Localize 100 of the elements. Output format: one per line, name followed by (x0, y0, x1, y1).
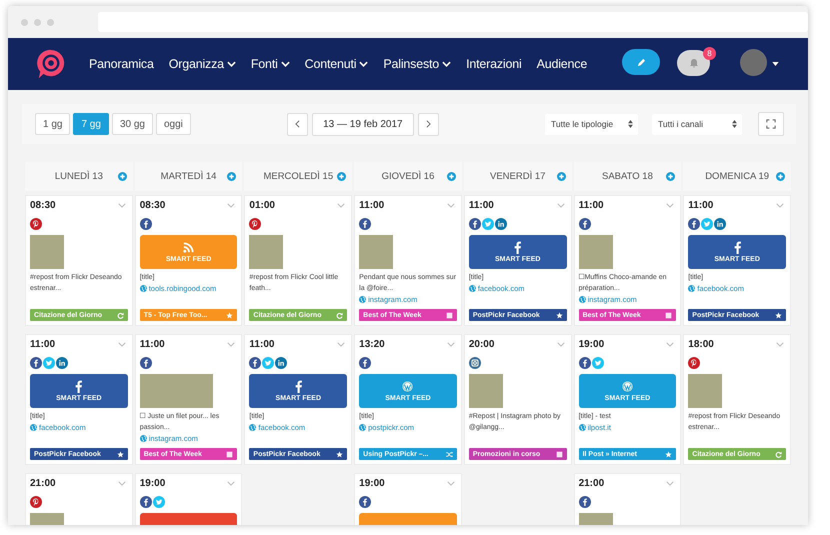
pinterest-icon (30, 496, 42, 508)
add-icon[interactable] (446, 172, 456, 181)
nav-link[interactable]: Panoramica (89, 57, 154, 71)
avatar[interactable] (740, 49, 767, 76)
day-label: SABATO 18 (602, 171, 653, 182)
post-time: 08:30 (140, 200, 166, 211)
post-time: 19:00 (140, 478, 166, 489)
post-time: 11:00 (359, 200, 384, 211)
type-select[interactable]: Tutte le tipologie (545, 114, 638, 134)
notifications-button[interactable] (677, 50, 710, 76)
compose-button[interactable] (622, 49, 660, 75)
chevron-icon[interactable] (666, 342, 674, 347)
star-icon (116, 450, 124, 458)
facebook-icon (578, 357, 591, 369)
refresh-icon (336, 312, 344, 318)
fullscreen-button[interactable] (758, 112, 784, 136)
caret-icon[interactable] (772, 62, 779, 66)
add-icon[interactable] (337, 172, 346, 181)
twitter-icon (43, 357, 55, 369)
linkedin-icon (494, 218, 507, 230)
add-icon[interactable] (666, 172, 676, 181)
chevron-icon[interactable] (337, 342, 346, 347)
square-icon (556, 450, 563, 458)
next-button[interactable] (418, 112, 439, 136)
facebook-icon (73, 380, 84, 393)
facebook-icon (359, 218, 372, 230)
twitter-icon (262, 357, 274, 369)
shuffle-icon (446, 450, 453, 458)
facebook-icon (578, 496, 591, 508)
chevron-icon[interactable] (776, 342, 784, 347)
chevron-icon[interactable] (446, 203, 455, 208)
facebook-icon (732, 241, 743, 254)
post-time: 11:00 (578, 200, 604, 211)
range-tab[interactable]: 1 gg (35, 113, 70, 135)
post-card[interactable]: 21:00 (574, 473, 682, 525)
post-card[interactable]: 21:00 (25, 473, 133, 525)
post-time: 13:20 (359, 339, 385, 350)
previous-button[interactable] (286, 112, 308, 136)
nav-link[interactable]: Interazioni (466, 57, 522, 71)
post-time: 11:00 (249, 339, 274, 350)
post-time: 19:00 (359, 478, 385, 489)
chevron-icon (226, 61, 236, 67)
globe-icon (688, 285, 696, 292)
photo-placeholder (30, 235, 64, 269)
facebook-icon (292, 380, 304, 393)
twitter-icon (152, 496, 165, 508)
chevron-icon[interactable] (666, 203, 674, 208)
post-card[interactable]: 19:00 (354, 473, 462, 525)
facebook-icon (512, 241, 524, 254)
add-icon[interactable] (776, 172, 785, 181)
nav-link[interactable]: Contenuti (304, 57, 368, 71)
twitter-icon (592, 357, 604, 369)
rss-icon (183, 241, 194, 254)
post-time: 20:00 (468, 339, 494, 350)
range-tab[interactable]: oggi (156, 113, 191, 135)
chevron-icon[interactable] (118, 342, 126, 347)
date-range: 13 — 19 feb 2017 (312, 112, 414, 136)
globe-icon (249, 424, 256, 431)
facebook-icon (359, 496, 372, 508)
chevron-icon[interactable] (227, 342, 236, 347)
wordpress-icon (402, 380, 414, 393)
chevron-icon[interactable] (556, 203, 565, 208)
pencil-icon (636, 58, 646, 66)
chevron-icon[interactable] (776, 203, 784, 208)
chevron-icon[interactable] (118, 481, 126, 486)
square-icon (226, 450, 234, 458)
chevron-icon[interactable] (337, 203, 346, 208)
chevron-icon[interactable] (118, 203, 126, 208)
facebook-icon (140, 218, 152, 230)
globe-icon (578, 424, 586, 431)
day-label: DOMENICA 19 (705, 171, 770, 182)
star-icon (556, 312, 563, 318)
chevron-icon[interactable] (556, 342, 565, 347)
range-tab[interactable]: 30 gg (112, 113, 153, 135)
chevron-icon[interactable] (446, 342, 455, 347)
post-card[interactable]: 19:00 (134, 473, 242, 525)
photo-placeholder (688, 374, 722, 408)
chevron-icon[interactable] (227, 481, 236, 486)
globe-icon (140, 285, 147, 292)
day-label: LUNEDÌ 13 (54, 171, 103, 182)
star-icon (336, 450, 344, 458)
nav-link[interactable]: Fonti (250, 57, 290, 71)
nav-link[interactable]: Audience (536, 57, 588, 71)
address-bar[interactable] (98, 12, 808, 32)
chevron-icon[interactable] (446, 481, 455, 486)
window-dot (34, 18, 41, 26)
add-icon[interactable] (118, 172, 127, 181)
chevron-icon[interactable] (227, 203, 236, 208)
logo-icon[interactable] (36, 48, 66, 80)
window-dot (21, 18, 28, 26)
notification-badge: 8 (703, 47, 716, 60)
channel-select[interactable]: Tutti i canali (652, 114, 742, 134)
add-icon[interactable] (227, 172, 236, 181)
add-icon[interactable] (556, 172, 566, 181)
globe-icon (468, 285, 476, 292)
expand-icon (766, 119, 776, 129)
chevron-icon[interactable] (666, 481, 674, 486)
facebook-icon (140, 357, 152, 369)
nav-link[interactable]: Palinsesto (383, 57, 452, 71)
nav-link[interactable]: Organizza (168, 57, 236, 71)
